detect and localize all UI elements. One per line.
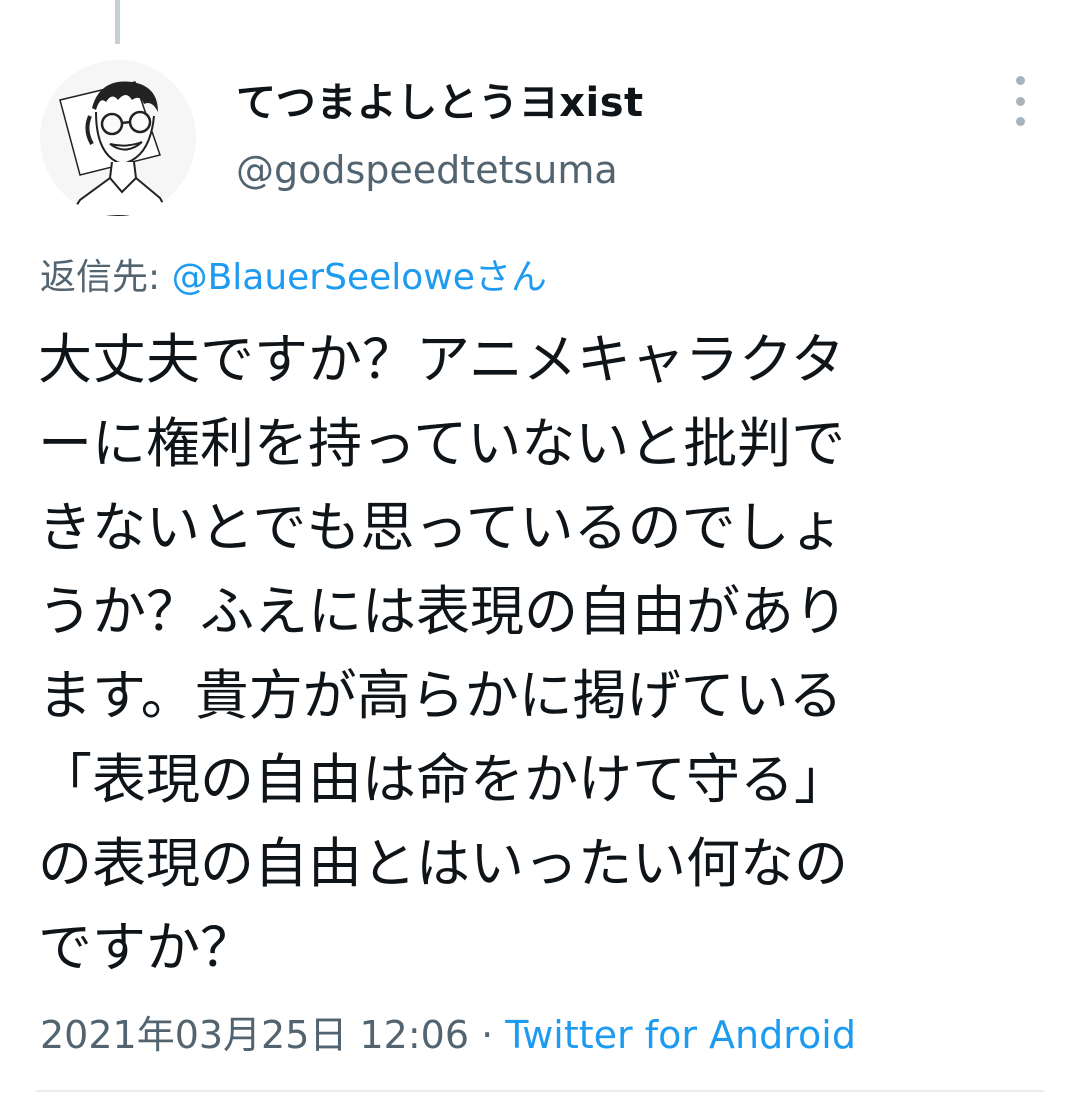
tweet-meta: 2021年03月25日 12:06 · Twitter for Android <box>40 1004 856 1059</box>
tweet-text-line: うか？ふえには表現の自由があり <box>38 580 848 643</box>
user-handle[interactable]: @godspeedtetsuma <box>236 148 618 192</box>
tweet-text-line: の表現の自由とはいったい何なの <box>38 832 848 895</box>
tweet-timestamp[interactable]: 2021年03月25日 12:06 <box>40 1013 469 1057</box>
tweet-source-link[interactable]: Twitter for Android <box>505 1013 856 1057</box>
more-vertical-icon <box>1015 76 1025 85</box>
avatar-illustration <box>40 60 196 216</box>
tweet-text-line: 大丈夫ですか？アニメキャラクタ <box>38 328 845 391</box>
tweet-text-line: ですか？ <box>38 916 254 979</box>
tweet-text-line: きないとでも思っているのでしょ <box>38 496 844 559</box>
more-vertical-icon-dot <box>1015 117 1025 126</box>
tweet-text-line: 「表現の自由は命をかけて守る」 <box>38 748 848 811</box>
meta-separator: · <box>469 1013 506 1057</box>
tweet-text-line: ーに権利を持っていないと批判で <box>38 412 846 475</box>
display-name[interactable]: てつまよしとうヨxist <box>236 70 644 128</box>
thread-connector-line <box>115 0 120 44</box>
tweet-text-line: ます。貴方が高らかに掲げている <box>38 664 843 727</box>
reply-to-line: 返信先: @BlauerSeeloweさん <box>40 248 547 300</box>
more-options-button[interactable] <box>1000 76 1040 126</box>
divider <box>36 1090 1044 1092</box>
avatar[interactable] <box>40 60 196 216</box>
tweet-text: 大丈夫ですか？アニメキャラクタ ーに権利を持っていないと批判で きないとでも思っ… <box>38 318 1048 990</box>
more-vertical-icon-dot <box>1015 96 1025 106</box>
reply-to-label: 返信先: <box>40 257 172 298</box>
reply-mention-link[interactable]: @BlauerSeeloweさん <box>172 257 547 298</box>
